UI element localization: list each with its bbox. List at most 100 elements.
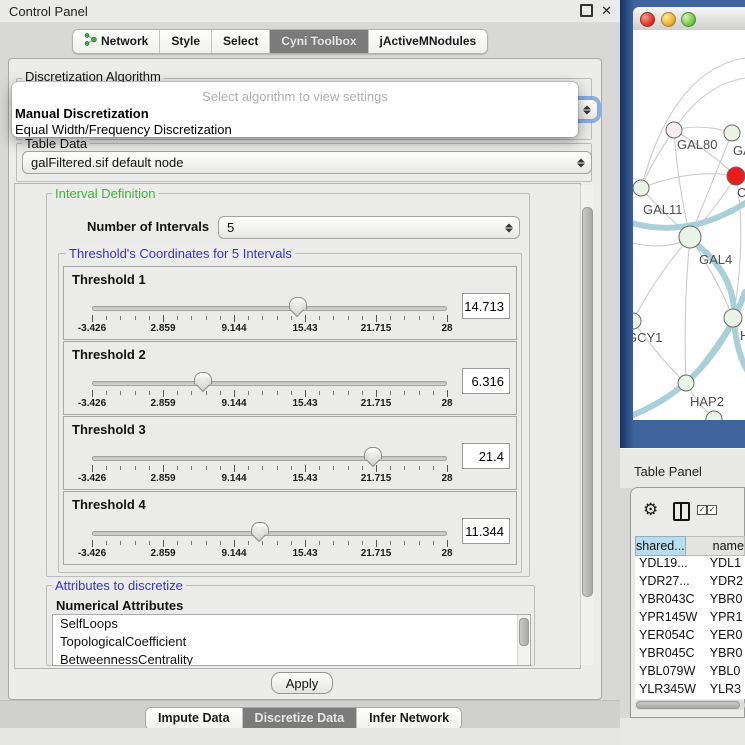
network-node-gal11[interactable] [633,180,649,196]
attributes-scrollbar[interactable] [517,615,529,665]
tick-label: -3.426 [60,323,124,334]
tick-mark [277,466,278,470]
checkbox-icon[interactable]: ✓ [697,505,707,515]
network-node-ga[interactable] [724,125,740,141]
table-panel-bottom-strip [620,718,745,745]
threshold-box-2: Threshold 2-3.4262.8599.14415.4321.71528… [63,341,517,415]
column-header-shared[interactable]: shared... [635,536,686,556]
tick-label: -3.426 [60,548,124,559]
table-row[interactable]: YDL19...YDL1 [635,556,745,574]
tab-cyni-toolbox[interactable]: Cyni Toolbox [270,30,368,53]
tick-mark [319,466,320,470]
tick-mark [376,465,377,472]
attributes-scrollbar-thumb[interactable] [519,618,529,646]
table-row[interactable]: YDR27...YDR2 [635,574,745,592]
tick-mark [106,541,107,545]
tick-mark [333,316,334,320]
tab-jactivemnodules[interactable]: jActiveMNodules [369,30,488,53]
tick-mark [177,466,178,470]
threshold-value-field[interactable]: 14.713 [462,293,510,319]
tick-mark [262,541,263,545]
network-node-hap2[interactable] [678,375,694,391]
table-data-combobox[interactable]: galFiltered.sif default node [22,151,592,174]
attribute-item-topologicalcoefficient[interactable]: TopologicalCoefficient [53,633,530,651]
threshold-value-field[interactable]: 11.344 [462,518,510,544]
vertical-scrollbar-thumb[interactable] [582,207,593,597]
network-node-gal4[interactable] [679,226,701,248]
network-canvas[interactable]: GAL80GACGAL11GAL4GCY1HHAP2 [633,30,745,420]
table-row[interactable]: YBR045CYBR0 [635,646,745,664]
threshold-slider-track[interactable] [92,456,447,461]
table-row[interactable]: YBR043CYBR0 [635,592,745,610]
column-header-name[interactable]: name [686,536,745,556]
apply-button[interactable]: Apply [271,672,333,694]
cell-name: YLR3 [705,682,745,699]
network-node-gcy1[interactable] [633,313,641,329]
tick-mark [149,316,150,320]
float-window-icon[interactable] [580,4,593,17]
close-traffic-light[interactable] [640,12,655,27]
threshold-slider-thumb[interactable] [364,447,382,460]
network-node-label: H [740,328,745,343]
tick-label: 2.859 [131,323,195,334]
cell-shared-name: YER054C [635,628,705,646]
table-row[interactable]: YPR145WYPR1 [635,610,745,628]
tick-mark [120,391,121,395]
tick-mark [149,541,150,545]
table-row[interactable]: YBL079WYBL0 [635,664,745,682]
cell-name: YBL0 [705,664,745,682]
threshold-slider-track[interactable] [92,531,447,536]
horizontal-scrollbar[interactable] [635,700,745,710]
tick-mark [447,540,448,547]
attribute-item-selfloops[interactable]: SelfLoops [53,615,530,633]
tab-infer-network[interactable]: Infer Network [357,708,461,729]
tick-mark [92,540,93,547]
tick-mark [191,541,192,545]
threshold-slider-track[interactable] [92,381,447,386]
threshold-value-field[interactable]: 21.4 [462,443,510,469]
threshold-slider-thumb[interactable] [289,297,307,310]
tab-label: Cyni Toolbox [281,34,356,48]
threshold-slider-track[interactable] [92,306,447,311]
tick-mark [92,390,93,397]
tab-impute-data[interactable]: Impute Data [146,708,243,729]
tab-style[interactable]: Style [160,30,212,53]
network-edge [641,174,736,188]
tab-discretize-data[interactable]: Discretize Data [243,708,358,729]
tick-mark [305,465,306,472]
gear-icon[interactable]: ⚙ [643,501,658,518]
tick-mark [262,316,263,320]
attribute-item-betweennesscentrality[interactable]: BetweennessCentrality [53,651,530,666]
algorithm-option-equal-width[interactable]: Equal Width/Frequency Discretization [15,122,232,137]
threshold-label: Threshold 2 [72,347,146,362]
threshold-label: Threshold 3 [72,422,146,437]
threshold-slider-thumb[interactable] [194,372,212,385]
bottom-tab-bar: Impute DataDiscretize DataInfer Network [145,707,462,730]
tick-mark [135,391,136,395]
numerical-attributes-label: Numerical Attributes [56,598,183,613]
tick-label: 2.859 [131,548,195,559]
tab-select[interactable]: Select [212,30,270,53]
algorithm-option-manual[interactable]: Manual Discretization [15,106,149,121]
network-node-gal80[interactable] [666,122,682,138]
minimize-traffic-light[interactable] [661,12,676,27]
network-node-h[interactable] [724,309,742,327]
vertical-scrollbar[interactable] [580,185,593,665]
network-window-titlebar[interactable] [633,7,745,31]
table-panel-titlebar: Table Panel [620,448,745,488]
threshold-value-field[interactable]: 6.316 [462,368,510,394]
tick-mark [376,540,377,547]
horizontal-scrollbar-thumb[interactable] [636,701,740,709]
num-intervals-combobox[interactable]: 5 [218,216,520,239]
tab-network[interactable]: Network [73,30,160,53]
table-row[interactable]: YLR345WYLR3 [635,682,745,699]
threshold-slider-thumb[interactable] [251,522,269,535]
network-node-c[interactable] [727,167,745,185]
columns-icon[interactable] [673,502,690,521]
close-icon[interactable]: ✕ [601,4,612,17]
checkbox-icon[interactable]: ✓ [707,505,717,515]
zoom-traffic-light[interactable] [681,12,696,27]
table-panel-title: Table Panel [620,458,702,479]
control-panel-titlebar: Control Panel ✕ [0,0,620,23]
table-row[interactable]: YER054CYER0 [635,628,745,646]
